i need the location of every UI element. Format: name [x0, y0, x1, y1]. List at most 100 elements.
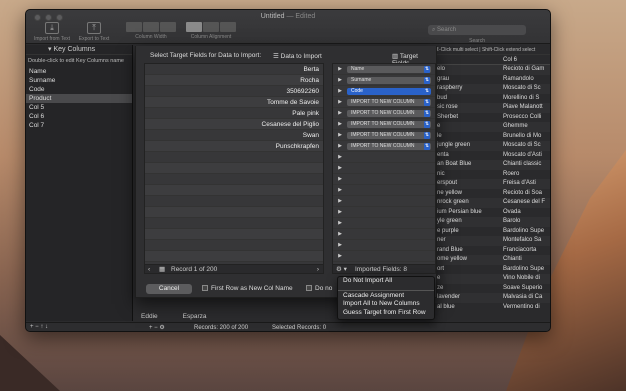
target-field-select[interactable]: IMPORT TO NEW COLUMN	[347, 98, 431, 106]
table-row[interactable]: jungle green Moscato di Sc	[434, 141, 550, 151]
status-bar: + − ↑ ↓ + − ⚙ Records: 200 of 200 Select…	[26, 322, 550, 331]
key-column-item[interactable]: Code	[26, 85, 132, 94]
table-cell: ome yellow	[437, 256, 468, 262]
search-input[interactable]: ⌕ Search	[428, 25, 526, 35]
columns-icon: ▥	[392, 53, 400, 60]
table-row[interactable]: erspout Freisa d'Asti	[434, 179, 550, 189]
table-cell: erspout	[437, 180, 458, 186]
table-row[interactable]: le Brunello di Mo	[434, 132, 550, 142]
table-cell: bud	[437, 94, 448, 101]
key-column-item[interactable]: Col 7	[26, 121, 132, 130]
target-row: ▶ Code	[333, 86, 435, 97]
table-row[interactable]: ner Montefalco Sa	[434, 236, 550, 246]
arrow-right-icon: ▶	[338, 253, 342, 259]
column-width-control[interactable]: Column Width	[126, 22, 176, 40]
sheet-title: Select Target Fields for Data to Import:	[150, 52, 262, 59]
key-column-item[interactable]: Col 6	[26, 112, 132, 121]
records-count: Records: 200 of 200	[194, 325, 249, 331]
menu-item-do-not-import-all[interactable]: Do Not Import All	[338, 277, 434, 286]
key-column-item-selected[interactable]: Product	[26, 94, 132, 103]
table-cell: Ovada	[503, 208, 521, 215]
prev-record-button[interactable]: ‹	[148, 265, 150, 275]
source-value-row	[145, 174, 323, 185]
table-cell: Bardolino Supe	[503, 227, 545, 234]
export-to-text-button[interactable]: ⤒ Export to Text	[74, 22, 114, 42]
table-cell: ze	[437, 284, 444, 291]
do-not-checkbox[interactable]: Do no	[306, 285, 332, 292]
table-row[interactable]: enta Moscato d'Asti	[434, 151, 550, 161]
arrow-right-icon: ▶	[338, 110, 342, 116]
table-row[interactable]: e Ghemme	[434, 122, 550, 132]
table-row[interactable]: an Boat Blue Chianti classic	[434, 160, 550, 170]
table-cell: ium Persian blue	[437, 208, 482, 215]
target-field-select[interactable]: IMPORT TO NEW COLUMN	[347, 131, 431, 139]
table-row[interactable]: grau Ramandolo	[434, 75, 550, 85]
column-header-6[interactable]: Col 6	[500, 55, 550, 64]
table-row[interactable]: elo Recioto di Gam	[434, 65, 550, 75]
row-controls[interactable]: + − ⚙	[149, 324, 165, 331]
arrow-right-icon: ▶	[338, 121, 342, 127]
table-cell: Brunello di Mo	[503, 132, 542, 139]
table-row[interactable]: raspberry Moscato di Sc	[434, 84, 550, 94]
import-from-text-button[interactable]: ⤓ Import from Text	[32, 22, 72, 42]
key-column-item[interactable]: Col 5	[26, 103, 132, 112]
menu-item-import-all-new-columns[interactable]: Import All to New Columns	[338, 300, 434, 309]
source-value-row	[145, 196, 323, 207]
table-cell: al blue	[437, 303, 455, 310]
table-cell: e purple	[437, 227, 459, 234]
target-field-select[interactable]: Code	[347, 87, 431, 95]
column-alignment-control[interactable]: Column Alignment	[183, 22, 239, 40]
export-icon: ⤒	[87, 22, 101, 34]
table-row[interactable]: ze Soave Superio	[434, 284, 550, 294]
key-column-item[interactable]: Surname	[26, 76, 132, 85]
add-remove-controls[interactable]: + − ↑ ↓	[30, 324, 48, 330]
cancel-button[interactable]: Cancel	[146, 284, 192, 294]
table-row[interactable]: al blue Vermentino di	[434, 303, 550, 313]
key-columns-header[interactable]: ▾ Key Columns	[26, 45, 132, 55]
next-record-button[interactable]: ›	[317, 265, 319, 275]
table-cell: Vermentino di	[503, 303, 540, 310]
table-cell: ne yellow	[437, 189, 463, 196]
target-row: ▶ IMPORT TO NEW COLUMN	[333, 119, 435, 130]
table-row[interactable]: sic rose Piave Malanott	[434, 103, 550, 113]
table-cell: grau	[437, 75, 450, 82]
arrow-right-icon: ▶	[338, 231, 342, 237]
source-value-row	[145, 207, 323, 218]
column-alignment-segments	[186, 22, 236, 32]
table-row[interactable]: nic Roero	[434, 170, 550, 180]
first-row-checkbox[interactable]: First Row as New Col Name	[202, 285, 293, 292]
do-not-label: Do no	[315, 285, 333, 292]
table-row[interactable]: rand Blue Franciacorta	[434, 246, 550, 256]
target-field-select[interactable]: IMPORT TO NEW COLUMN	[347, 120, 431, 128]
menu-item-cascade-assignment[interactable]: Cascade Assignment	[338, 292, 434, 301]
target-field-select[interactable]: IMPORT TO NEW COLUMN	[347, 142, 431, 150]
table-cell: e	[437, 275, 441, 281]
table-row[interactable]: ort Bardolino Supe	[434, 265, 550, 275]
table-row[interactable]: ne yellow Recioto di Soa	[434, 189, 550, 199]
table-row[interactable]: Eddie Esparza	[141, 313, 241, 322]
key-column-item[interactable]: Name	[26, 67, 132, 76]
menu-item-guess-target[interactable]: Guess Target from First Row	[338, 309, 434, 318]
column-header-5[interactable]	[434, 55, 500, 64]
table-row[interactable]: yle green Barolo	[434, 217, 550, 227]
target-row: ▶	[333, 185, 435, 196]
source-value-row	[145, 229, 323, 240]
target-field-select[interactable]: Name	[347, 65, 431, 73]
table-row[interactable]: ome yellow Chianti	[434, 255, 550, 265]
source-value-row: 350692260	[145, 86, 323, 97]
table-cell: Prosecco Colli	[503, 113, 542, 120]
table-row[interactable]: e purple Bardolino Supe	[434, 227, 550, 237]
target-field-select[interactable]: Surname	[347, 76, 431, 84]
table-row[interactable]: ium Persian blue Ovada	[434, 208, 550, 218]
table-row[interactable]: lavender Malvasia di Ca	[434, 293, 550, 303]
gear-menu-button[interactable]: ⚙ ▾	[336, 265, 347, 275]
target-row: ▶ IMPORT TO NEW COLUMN	[333, 97, 435, 108]
arrow-right-icon: ▶	[338, 220, 342, 226]
table-cell: Barolo	[503, 218, 521, 224]
table-cell: Moscato di Sc	[503, 85, 541, 91]
table-row[interactable]: Sherbet Prosecco Colli	[434, 113, 550, 123]
table-row[interactable]: bud Morellino di S	[434, 94, 550, 104]
table-row[interactable]: e Vino Nobile di	[434, 274, 550, 284]
target-field-select[interactable]: IMPORT TO NEW COLUMN	[347, 109, 431, 117]
table-row[interactable]: nrock green Cesanese del F	[434, 198, 550, 208]
